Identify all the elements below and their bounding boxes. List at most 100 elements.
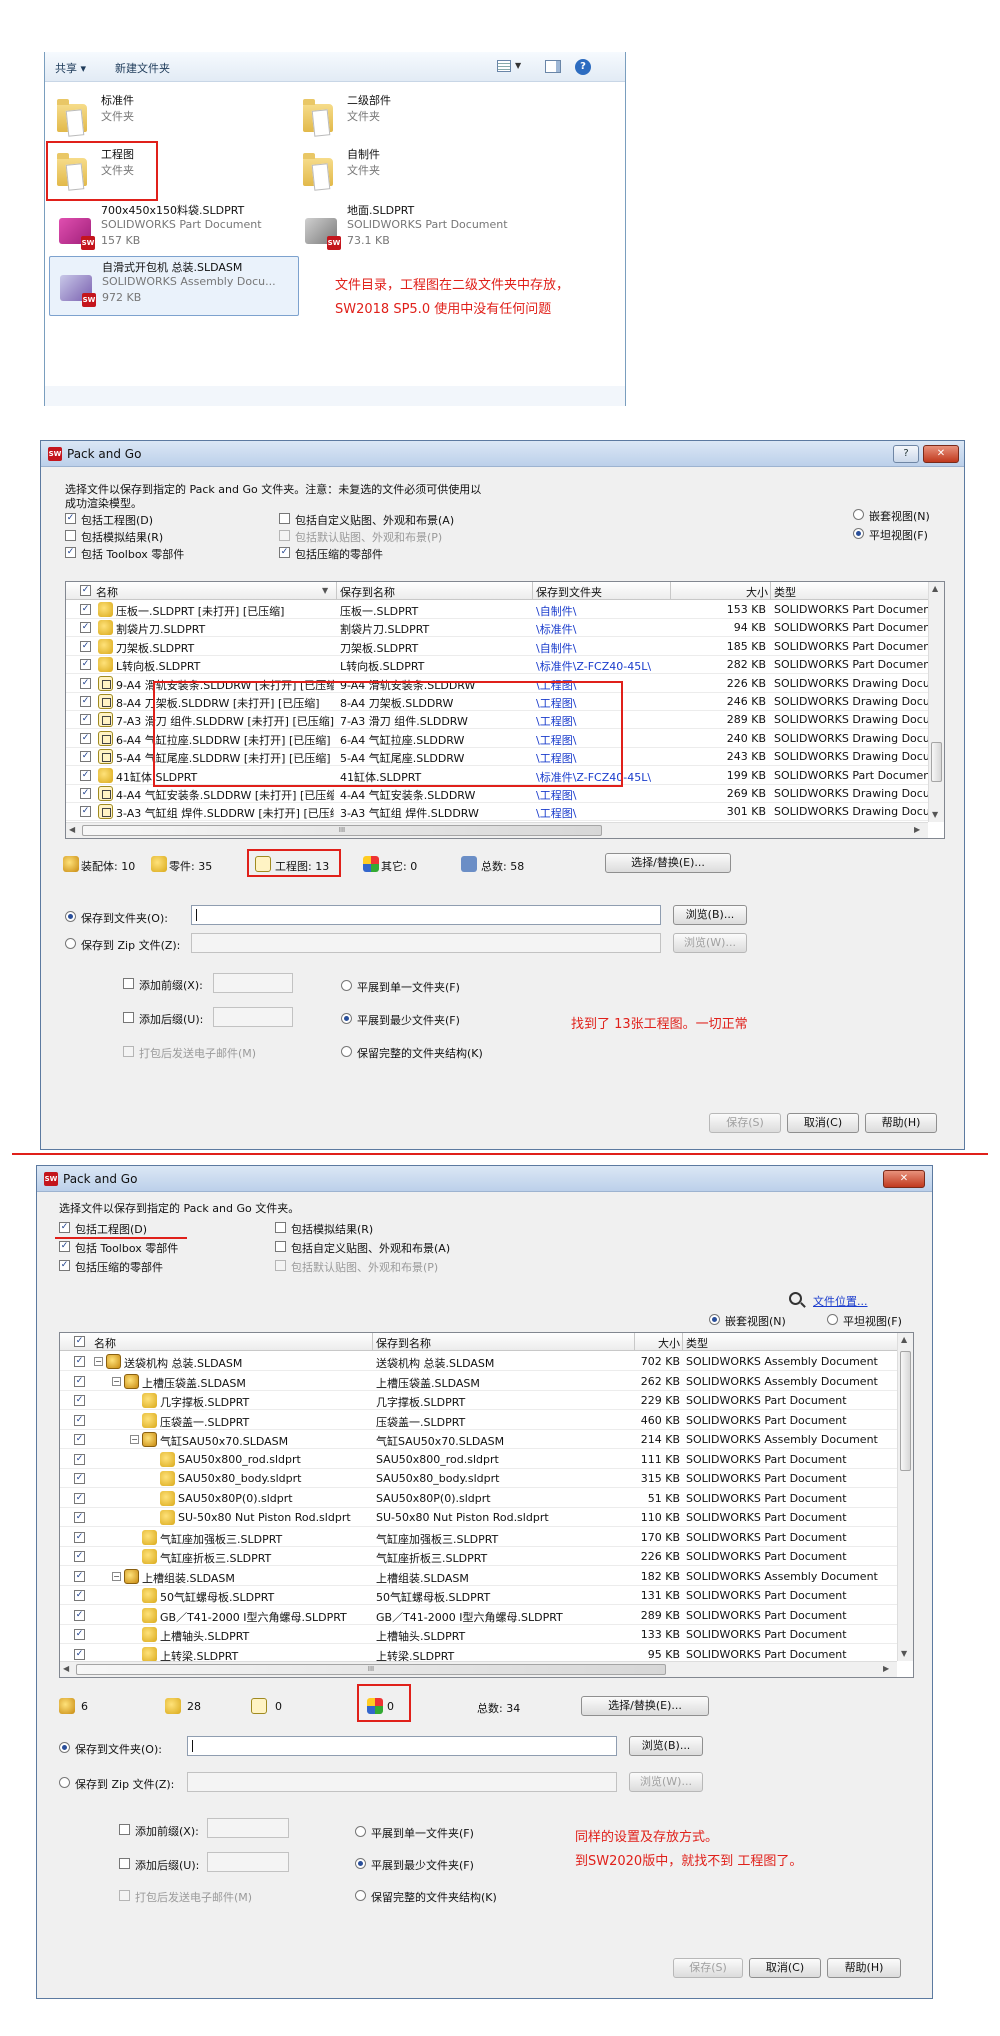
keep-structure-radio[interactable] <box>341 1046 352 1057</box>
default-decals-checkbox[interactable] <box>275 1260 286 1271</box>
nested-view-radio[interactable] <box>709 1314 720 1325</box>
keep-structure-radio[interactable] <box>355 1890 366 1901</box>
row-checkbox[interactable]: ✓ <box>74 1531 85 1543</box>
scroll-right-icon[interactable]: ▶ <box>883 1664 889 1673</box>
row-checkbox[interactable]: ✓ <box>80 769 91 781</box>
table-row[interactable]: ✓ − 送袋机构 总装.SLDASM 送袋机构 总装.SLDASM 702 KB SOLI… <box>60 1352 897 1371</box>
view-options-icon[interactable] <box>497 60 511 72</box>
table-row[interactable]: ✓ 4-A4 气缸安装条.SLDDRW [未打开] [已压缩] 4-A4 气缸安装条… <box>66 785 928 803</box>
select-all-checkbox[interactable]: ✓ <box>80 585 91 596</box>
add-suffix-checkbox[interactable] <box>119 1858 130 1869</box>
table-row[interactable]: ✓ L转向板.SLDPRT L转向板.SLDPRT \标准件\Z-FCZ40-45L\… <box>66 656 928 675</box>
file-location-link[interactable]: 文件位置... <box>813 1293 868 1309</box>
browse-zip-button[interactable]: 浏览(W)... <box>673 933 747 953</box>
row-checkbox[interactable]: ✓ <box>74 1629 85 1640</box>
browse-zip-button[interactable]: 浏览(W)... <box>629 1772 703 1792</box>
row-checkbox[interactable]: ✓ <box>74 1473 85 1484</box>
row-checkbox[interactable]: ✓ <box>74 1492 85 1504</box>
row-checkbox[interactable]: ✓ <box>80 640 91 652</box>
include-toolbox-checkbox[interactable]: ✓ <box>65 547 76 558</box>
table-row[interactable]: ✓ 气缸座折板三.SLDPRT 气缸座折板三.SLDPRT 226 KB SOLIDWO… <box>60 1547 897 1566</box>
row-checkbox[interactable]: ✓ <box>80 622 91 634</box>
list-item[interactable]: 标准件 文件夹 <box>49 84 299 138</box>
save-folder-input[interactable] <box>187 1736 617 1756</box>
row-checkbox[interactable]: ✓ <box>74 1648 85 1660</box>
include-sim-checkbox[interactable] <box>65 530 76 541</box>
scroll-down-icon[interactable]: ▼ <box>901 1649 907 1658</box>
row-checkbox[interactable]: ✓ <box>80 677 91 689</box>
row-checkbox[interactable]: ✓ <box>74 1375 85 1387</box>
column-header-save-name[interactable]: 保存到名称 <box>376 1335 431 1351</box>
table-row[interactable]: ✓ 压袋盖一.SLDPRT 压袋盖一.SLDPRT 460 KB SOLIDWORKS … <box>60 1411 897 1430</box>
close-button[interactable]: ✕ <box>923 445 959 463</box>
row-checkbox[interactable]: ✓ <box>74 1512 85 1523</box>
help-button[interactable]: 帮助(H) <box>865 1113 937 1133</box>
preview-pane-icon[interactable] <box>545 60 561 73</box>
save-zip-radio[interactable] <box>59 1777 70 1788</box>
browse-button[interactable]: 浏览(B)... <box>673 905 747 925</box>
save-folder-radio[interactable] <box>59 1742 70 1753</box>
suffix-input[interactable] <box>207 1852 289 1872</box>
row-checkbox[interactable]: ✓ <box>80 714 91 726</box>
save-zip-radio[interactable] <box>65 938 76 949</box>
column-header-name[interactable]: 名称 <box>96 584 118 600</box>
column-header-type[interactable]: 类型 <box>774 584 796 600</box>
table-row[interactable]: ✓ SAU50x80P(0).sldprt SAU50x80P(0).sldprt 5… <box>60 1489 897 1508</box>
include-sim-checkbox[interactable] <box>275 1222 286 1233</box>
row-checkbox[interactable]: ✓ <box>74 1395 85 1406</box>
row-checkbox[interactable]: ✓ <box>74 1609 85 1621</box>
add-suffix-checkbox[interactable] <box>123 1012 134 1023</box>
save-button[interactable]: 保存(S) <box>709 1113 781 1133</box>
scroll-down-icon[interactable]: ▼ <box>932 810 938 819</box>
new-folder-button[interactable]: 新建文件夹 <box>115 60 170 76</box>
table-row[interactable]: ✓ GB／T41-2000 I型六角螺母.SLDPRT GB／T41-2000 I型… <box>60 1606 897 1625</box>
table-row[interactable]: ✓ SAU50x800_rod.sldprt SAU50x800_rod.sldpr… <box>60 1450 897 1469</box>
save-zip-input[interactable] <box>191 933 661 953</box>
column-header-folder[interactable]: 保存到文件夹 <box>536 584 602 600</box>
cancel-button[interactable]: 取消(C) <box>787 1113 859 1133</box>
row-checkbox[interactable]: ✓ <box>80 659 91 671</box>
email-checkbox[interactable] <box>123 1046 134 1057</box>
scroll-thumb[interactable]: III <box>82 825 602 836</box>
default-decals-checkbox[interactable] <box>279 530 290 541</box>
prefix-input[interactable] <box>213 973 293 993</box>
flat-single-radio[interactable] <box>341 980 352 991</box>
flat-view-radio[interactable] <box>853 528 864 539</box>
column-header-size[interactable]: 大小 <box>658 1335 680 1351</box>
table-row[interactable]: ✓ 刀架板.SLDPRT 刀架板.SLDPRT \自制件\ 185 KB SOLIDWOR… <box>66 638 928 656</box>
suffix-input[interactable] <box>213 1007 293 1027</box>
row-checkbox[interactable]: ✓ <box>80 806 91 818</box>
flat-min-radio[interactable] <box>341 1013 352 1024</box>
row-checkbox[interactable]: ✓ <box>74 1414 85 1426</box>
select-replace-button[interactable]: 选择/替换(E)... <box>581 1696 709 1716</box>
horizontal-scrollbar[interactable]: ◀ III ▶ <box>60 1661 897 1677</box>
include-suppressed-checkbox[interactable]: ✓ <box>59 1260 70 1271</box>
save-folder-radio[interactable] <box>65 911 76 922</box>
row-checkbox[interactable]: ✓ <box>74 1434 85 1445</box>
scroll-right-icon[interactable]: ▶ <box>914 825 920 834</box>
row-checkbox[interactable]: ✓ <box>80 751 91 763</box>
list-item[interactable]: SW 地面.SLDPRT SOLIDWORKS Part Document 73… <box>295 200 545 254</box>
chevron-down-icon[interactable]: ▼ <box>515 61 521 70</box>
flat-view-radio[interactable] <box>827 1314 838 1325</box>
table-row[interactable]: ✓ SU-50x80 Nut Piston Rod.sldprt SU-50x80 … <box>60 1508 897 1527</box>
row-checkbox[interactable]: ✓ <box>74 1356 85 1367</box>
scroll-up-icon[interactable]: ▲ <box>901 1335 907 1344</box>
add-prefix-checkbox[interactable] <box>123 978 134 989</box>
share-menu[interactable]: 共享 ▾ <box>55 60 86 76</box>
row-checkbox[interactable]: ✓ <box>80 788 91 799</box>
include-decals-checkbox[interactable] <box>275 1241 286 1252</box>
row-checkbox[interactable]: ✓ <box>74 1570 85 1582</box>
table-row[interactable]: ✓ 气缸座加强板三.SLDPRT 气缸座加强板三.SLDPRT 170 KB SOLID… <box>60 1528 897 1547</box>
table-row[interactable]: ✓ SAU50x80_body.sldprt SAU50x80_body.sldpr… <box>60 1469 897 1488</box>
include-drawings-checkbox[interactable]: ✓ <box>65 513 76 524</box>
row-checkbox[interactable]: ✓ <box>80 732 91 744</box>
column-header-save-name[interactable]: 保存到名称 <box>340 584 395 600</box>
table-row[interactable]: ✓ − 上槽组装.SLDASM 上槽组装.SLDASM 182 KB SOLIDWORKS… <box>60 1567 897 1586</box>
column-header-size[interactable]: 大小 <box>746 584 768 600</box>
include-toolbox-checkbox[interactable]: ✓ <box>59 1241 70 1252</box>
table-row[interactable]: ✓ 压板一.SLDPRT [未打开] [已压缩] 压板一.SLDPRT \自制件\ 15… <box>66 601 928 619</box>
flat-min-radio[interactable] <box>355 1858 366 1869</box>
include-drawings-checkbox[interactable]: ✓ <box>59 1222 70 1233</box>
list-item[interactable]: 自制件 文件夹 <box>295 138 545 192</box>
